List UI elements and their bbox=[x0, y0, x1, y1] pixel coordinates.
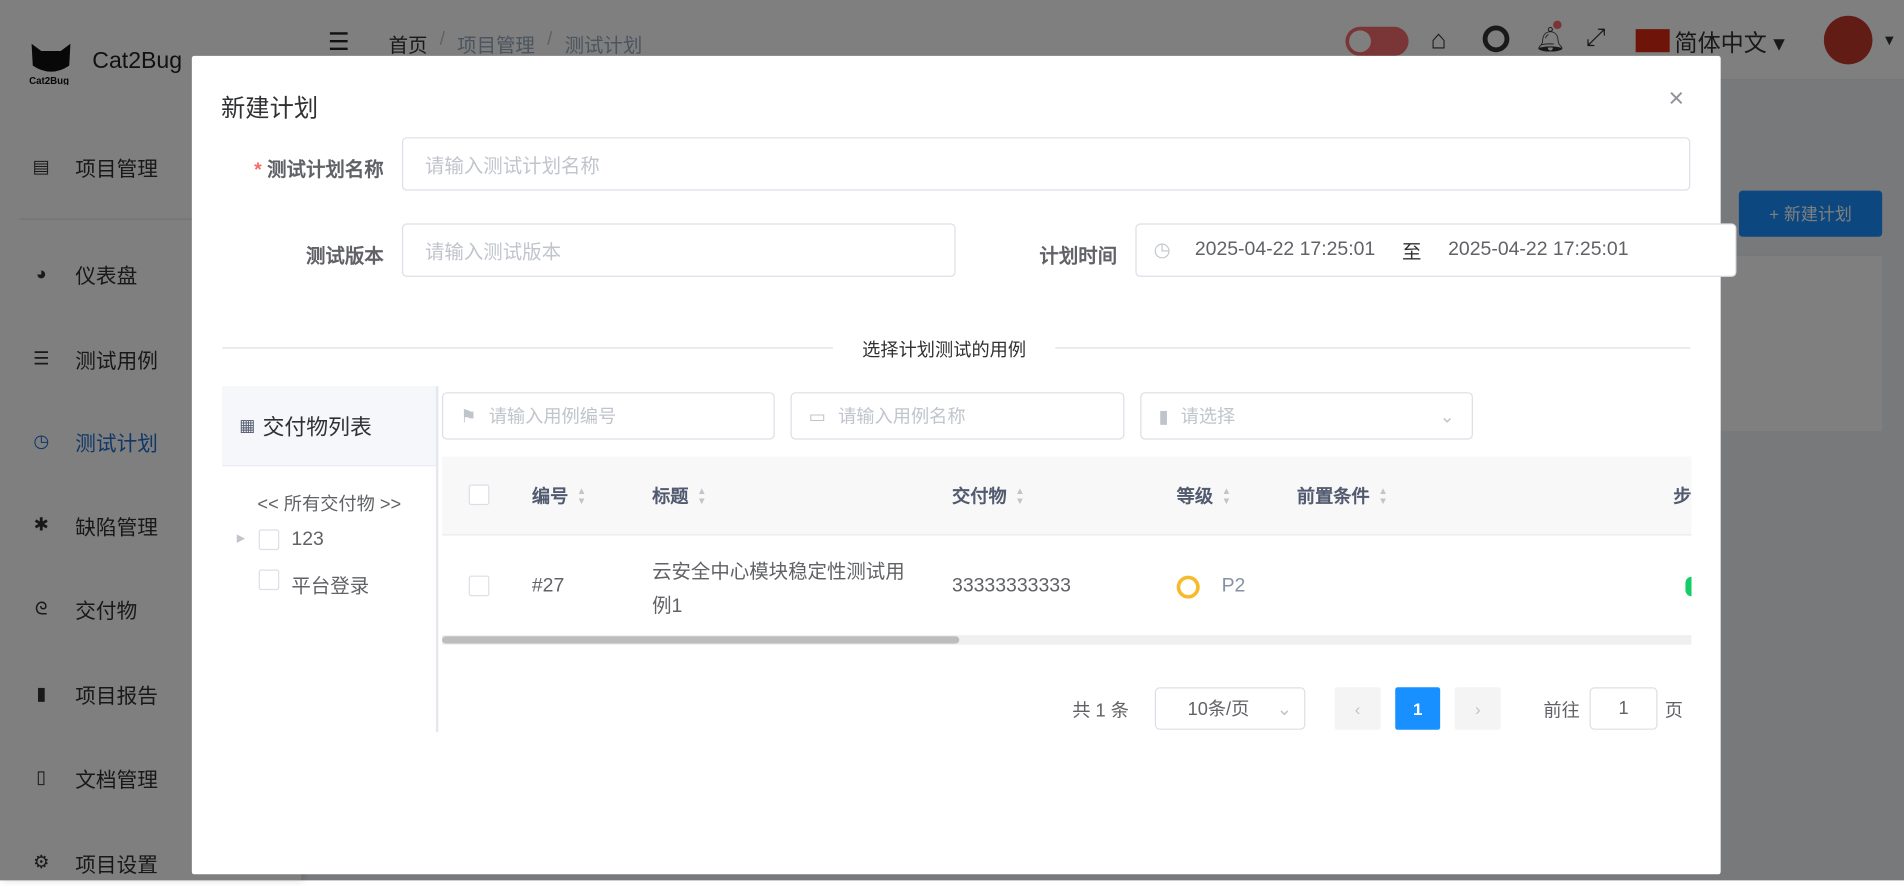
tree-expand-icon[interactable]: ▶ bbox=[237, 532, 245, 545]
page-1-button[interactable]: 1 bbox=[1395, 687, 1441, 730]
tree-node[interactable]: 123 bbox=[291, 529, 323, 551]
panel-splitter[interactable] bbox=[435, 386, 439, 733]
grid-icon: ▦ bbox=[239, 415, 256, 435]
column-level[interactable]: 等级 ▲ ▼ bbox=[1177, 457, 1234, 536]
version-label: 测试版本 bbox=[305, 246, 384, 268]
sort-icon: ▲ ▼ bbox=[576, 485, 587, 506]
sort-icon: ▲ ▼ bbox=[1378, 485, 1388, 506]
case-number: #27 bbox=[531, 575, 565, 597]
close-icon[interactable]: × bbox=[1668, 83, 1684, 115]
start-time[interactable]: 2025-04-22 17:25:01 bbox=[1195, 239, 1375, 261]
chevron-down-icon: ⌄ bbox=[1439, 406, 1455, 427]
column-precondition[interactable]: 前置条件 ▲ ▼ bbox=[1297, 457, 1391, 536]
column-number[interactable]: 编号 ▲ ▼ bbox=[532, 457, 589, 536]
horizontal-scrollbar[interactable] bbox=[442, 635, 1692, 645]
column-deliverable[interactable]: 交付物 ▲ ▼ bbox=[952, 457, 1027, 536]
sort-icon: ▲ ▼ bbox=[1221, 485, 1232, 506]
tree-node[interactable]: 平台登录 bbox=[291, 570, 369, 599]
tree-checkbox[interactable] bbox=[258, 529, 280, 551]
clock-icon: ◷ bbox=[1153, 240, 1171, 262]
sort-icon: ▲ ▼ bbox=[697, 485, 707, 506]
row-checkbox[interactable] bbox=[468, 575, 490, 597]
case-level: P2 bbox=[1221, 575, 1246, 597]
tree-all-deliverables[interactable]: << 所有交付物 >> bbox=[257, 491, 401, 517]
bar-chart-icon: ▮ bbox=[1158, 406, 1169, 427]
plan-name-input[interactable]: 请输入测试计划名称 bbox=[401, 137, 1691, 191]
card-icon: ▭ bbox=[808, 406, 826, 427]
pagination-total: 共 1 条 bbox=[1072, 700, 1129, 722]
scrollbar-thumb[interactable] bbox=[442, 636, 960, 644]
plan-time-label: 计划时间 bbox=[1039, 246, 1118, 268]
deliverable-tree-header: ▦ 交付物列表 bbox=[222, 386, 436, 467]
case-name-filter[interactable]: ▭ 请输入用例名称 bbox=[790, 392, 1125, 440]
sort-icon: ▲ ▼ bbox=[1015, 485, 1025, 506]
select-all-checkbox[interactable] bbox=[468, 484, 490, 506]
range-separator: 至 bbox=[1401, 242, 1422, 264]
plan-name-label: * 测试计划名称 bbox=[254, 160, 384, 181]
column-steps[interactable]: 步 bbox=[1673, 457, 1691, 536]
table-header bbox=[442, 456, 1692, 536]
page-size-select[interactable]: 10条/页 ⌄ bbox=[1154, 687, 1306, 730]
end-time[interactable]: 2025-04-22 17:25:01 bbox=[1448, 239, 1628, 261]
next-page-button[interactable]: › bbox=[1454, 687, 1501, 730]
flag-icon: ⚑ bbox=[460, 406, 477, 427]
tree-checkbox[interactable] bbox=[258, 569, 280, 591]
level-indicator-icon bbox=[1176, 575, 1200, 599]
column-title[interactable]: 标题 ▲ ▼ bbox=[652, 457, 709, 536]
case-title: 云安全中心模块稳定性测试用例1 bbox=[652, 562, 905, 617]
case-deliverable: 33333333333 bbox=[952, 575, 1071, 597]
plan-time-range-picker[interactable]: ◷ 2025-04-22 17:25:01 至 2025-04-22 17:25… bbox=[1135, 223, 1737, 277]
section-divider-text: 选择计划测试的用例 bbox=[833, 336, 1056, 362]
level-filter-select[interactable]: ▮ 请选择 ⌄ bbox=[1140, 392, 1473, 440]
goto-page-input[interactable]: 1 bbox=[1589, 687, 1658, 730]
case-number-filter[interactable]: ⚑ 请输入用例编号 bbox=[442, 392, 775, 440]
page-suffix: 页 bbox=[1664, 700, 1684, 722]
version-input[interactable]: 请输入测试版本 bbox=[401, 223, 956, 277]
dialog-title: 新建计划 bbox=[221, 95, 319, 123]
goto-label: 前往 bbox=[1543, 700, 1580, 722]
chevron-down-icon: ⌄ bbox=[1276, 698, 1293, 720]
step-status-icon bbox=[1685, 576, 1692, 597]
prev-page-button[interactable]: ‹ bbox=[1334, 687, 1381, 730]
